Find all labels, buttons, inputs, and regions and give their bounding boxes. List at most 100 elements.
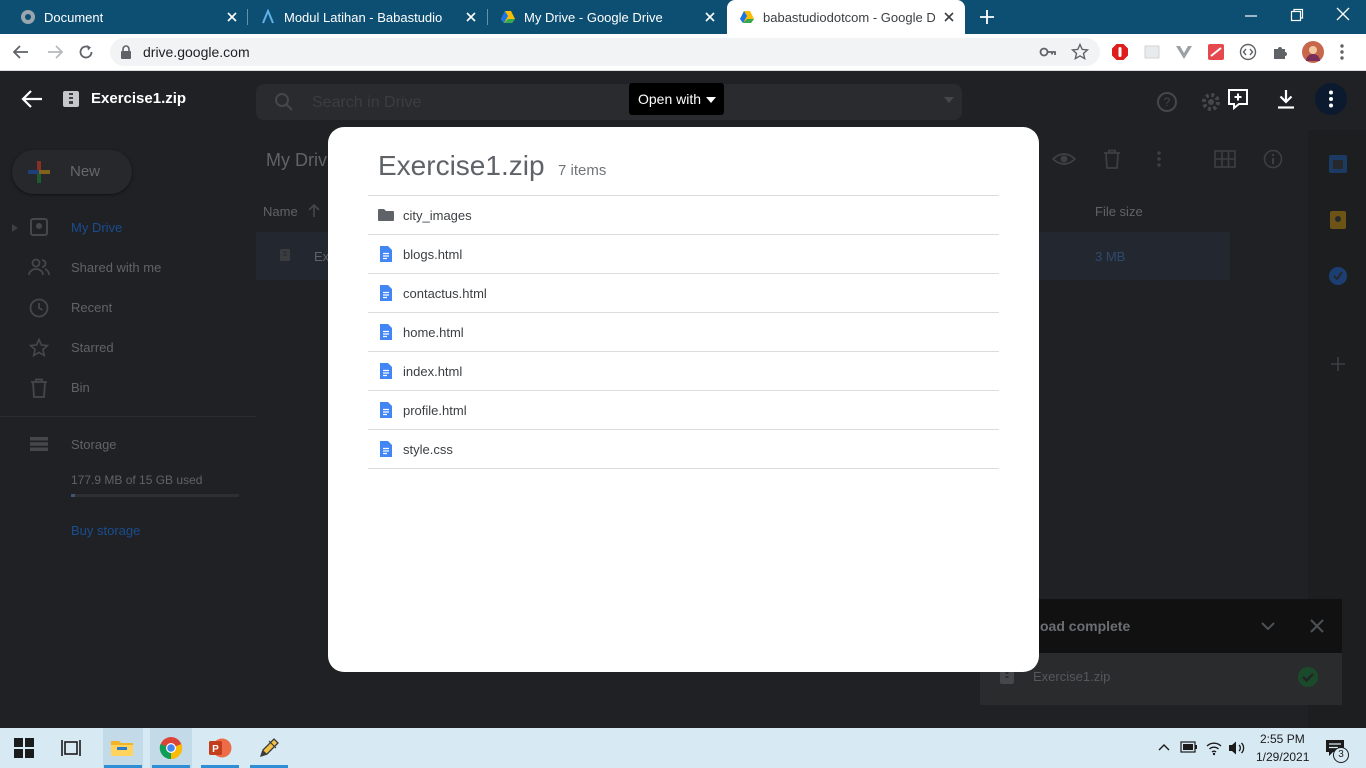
- vue-devtools-icon[interactable]: [1175, 43, 1193, 61]
- expand-arrow-icon[interactable]: [12, 224, 18, 232]
- nav-bin[interactable]: Bin: [71, 380, 90, 395]
- breadcrumb[interactable]: My Driv: [266, 150, 327, 171]
- viewer-more-button[interactable]: [1315, 83, 1347, 115]
- bookmark-star-icon[interactable]: [1071, 43, 1089, 61]
- toast-close-icon[interactable]: [1309, 618, 1325, 634]
- pencil-app-icon[interactable]: [257, 736, 281, 760]
- more-actions-icon[interactable]: [1156, 150, 1162, 168]
- puzzle-icon[interactable]: [1271, 43, 1289, 61]
- delete-icon[interactable]: [1103, 149, 1121, 169]
- reload-icon[interactable]: [77, 43, 95, 61]
- volume-icon[interactable]: [1228, 740, 1246, 756]
- list-item-contactus-html[interactable]: contactus.html: [368, 273, 999, 312]
- folder-icon: [378, 207, 394, 223]
- clock-date[interactable]: 1/29/2021: [1256, 750, 1309, 764]
- search-options-icon[interactable]: [944, 97, 954, 103]
- notification-count-badge: 3: [1333, 747, 1349, 763]
- download-icon[interactable]: [1276, 88, 1296, 110]
- toast-file-name[interactable]: Exercise1.zip: [1033, 669, 1110, 684]
- tab-title: babastudiodotcom - Google Driv: [763, 10, 935, 25]
- document-icon: [378, 285, 394, 301]
- chrome-menu-icon[interactable]: [1338, 43, 1346, 61]
- nav-recent[interactable]: Recent: [71, 300, 112, 315]
- document-icon: [378, 441, 394, 457]
- help-icon[interactable]: ?: [1156, 91, 1178, 113]
- svg-text:?: ?: [1164, 95, 1171, 109]
- dialog-title: Exercise1.zip: [378, 150, 545, 181]
- wifi-icon[interactable]: [1205, 740, 1223, 756]
- list-item-index-html[interactable]: index.html: [368, 351, 999, 390]
- grid-view-icon[interactable]: [1214, 150, 1236, 168]
- powerpoint-icon[interactable]: P: [208, 736, 232, 760]
- close-window-icon[interactable]: [1335, 6, 1351, 22]
- list-item-city-images[interactable]: city_images: [368, 195, 999, 234]
- list-item-style-css[interactable]: style.css: [368, 429, 999, 469]
- settings-gear-icon[interactable]: [1200, 91, 1222, 113]
- close-tab-icon[interactable]: [703, 10, 717, 24]
- globe-icon: [20, 9, 36, 25]
- list-item-name: profile.html: [403, 403, 467, 418]
- preview-eye-icon[interactable]: [1052, 148, 1076, 170]
- adblock-extension-icon[interactable]: [1111, 43, 1129, 61]
- minimize-icon[interactable]: [1243, 8, 1259, 24]
- nav-my-drive[interactable]: My Drive: [71, 220, 122, 235]
- collapse-chevron-icon[interactable]: [1260, 621, 1276, 631]
- file-explorer-icon[interactable]: [110, 736, 134, 760]
- tab-modul-latihan[interactable]: Modul Latihan - Babastudio: [248, 0, 486, 34]
- list-item-home-html[interactable]: home.html: [368, 312, 999, 351]
- details-info-icon[interactable]: [1263, 149, 1283, 169]
- code-extension-icon[interactable]: [1239, 43, 1257, 61]
- nav-starred[interactable]: Starred: [71, 340, 114, 355]
- recent-clock-icon: [29, 298, 49, 318]
- add-addon-icon[interactable]: [1330, 356, 1346, 372]
- tray-overflow-chevron-icon[interactable]: [1158, 743, 1170, 751]
- viewer-back-icon[interactable]: [20, 88, 44, 110]
- forward-icon[interactable]: [46, 43, 64, 61]
- close-tab-icon[interactable]: [464, 10, 478, 24]
- url-text: drive.google.com: [143, 44, 250, 60]
- tab-document[interactable]: Document: [8, 0, 246, 34]
- nav-shared-with-me[interactable]: Shared with me: [71, 260, 161, 275]
- add-to-drive-icon[interactable]: [1226, 87, 1250, 111]
- new-tab-icon[interactable]: [978, 8, 996, 26]
- divider: [0, 416, 256, 417]
- list-item-blogs-html[interactable]: blogs.html: [368, 234, 999, 273]
- document-icon: [378, 402, 394, 418]
- windows-start-icon[interactable]: [14, 738, 34, 758]
- dropdown-arrow-icon: [706, 97, 716, 103]
- clock-time[interactable]: 2:55 PM: [1260, 732, 1305, 746]
- lock-icon[interactable]: [120, 45, 132, 59]
- key-icon[interactable]: [1039, 44, 1057, 60]
- tasks-icon[interactable]: [1328, 266, 1348, 286]
- storage-icon: [29, 436, 49, 452]
- column-header-name[interactable]: Name: [263, 204, 298, 219]
- viewer-file-name: Exercise1.zip: [91, 90, 187, 107]
- profile-avatar[interactable]: [1302, 41, 1324, 63]
- sort-arrow-up-icon[interactable]: [308, 204, 320, 218]
- close-tab-icon[interactable]: [942, 10, 956, 24]
- restore-icon[interactable]: [1289, 7, 1305, 23]
- extension-icon[interactable]: [1143, 43, 1161, 61]
- battery-icon[interactable]: [1180, 741, 1198, 753]
- more-vertical-icon: [1329, 90, 1333, 108]
- list-item-name: home.html: [403, 325, 464, 340]
- tab-my-drive[interactable]: My Drive - Google Drive: [488, 0, 726, 34]
- keep-icon[interactable]: [1328, 210, 1348, 230]
- task-view-icon[interactable]: [61, 738, 81, 758]
- search-icon: [274, 92, 294, 112]
- file-row-size: 3 MB: [1095, 249, 1126, 264]
- tab-babastudiodotcom[interactable]: babastudiodotcom - Google Driv: [727, 0, 965, 34]
- close-tab-icon[interactable]: [225, 10, 239, 24]
- zip-file-icon: [62, 90, 80, 108]
- open-with-button[interactable]: Open with: [629, 83, 724, 115]
- bin-icon: [30, 378, 48, 398]
- buy-storage-link[interactable]: Buy storage: [71, 523, 140, 538]
- starred-icon: [29, 338, 49, 358]
- calendar-icon[interactable]: [1328, 154, 1348, 174]
- address-bar[interactable]: [110, 38, 1100, 66]
- chrome-icon[interactable]: [159, 736, 183, 760]
- back-icon[interactable]: [12, 43, 30, 61]
- screenshot-extension-icon[interactable]: [1207, 43, 1225, 61]
- list-item-profile-html[interactable]: profile.html: [368, 390, 999, 429]
- new-label: New: [70, 163, 101, 180]
